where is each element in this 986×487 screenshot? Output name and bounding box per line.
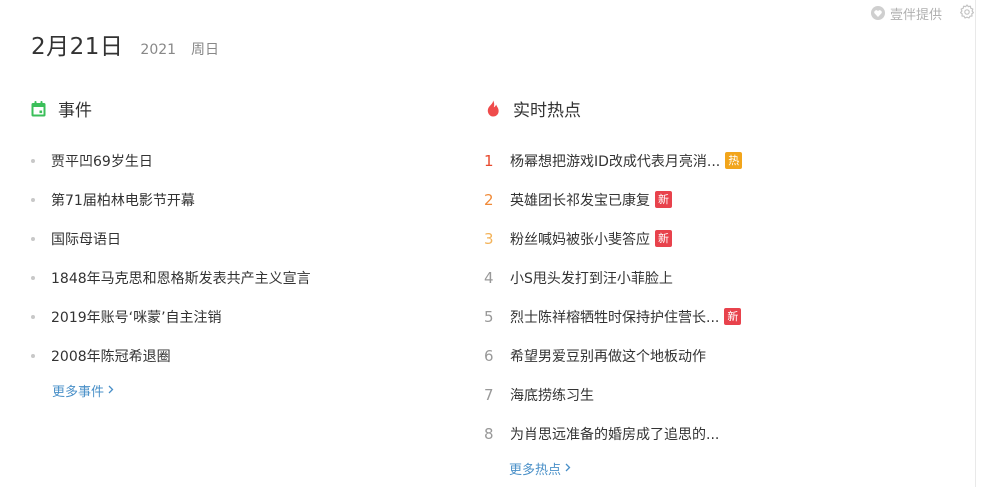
date-year: 2021 — [140, 42, 177, 58]
hot-badge: 热 — [725, 152, 743, 169]
hot-item[interactable]: 4 小S甩头发打到汪小菲脸上 — [484, 258, 742, 297]
event-item: 2019年账号‘咪蒙’自主注销 — [31, 297, 311, 336]
hot-item[interactable]: 3 粉丝喊妈被张小斐答应新 — [484, 219, 742, 258]
hot-rank: 5 — [484, 307, 494, 326]
bullet-dot — [31, 197, 35, 202]
date-header: 2月21日 2021 周日 — [31, 27, 219, 61]
date-weekday: 周日 — [191, 42, 220, 58]
date-day: 2月21日 — [31, 34, 124, 60]
hot-title[interactable]: 杨幂想把游戏ID改成代表月亮消... — [510, 151, 720, 171]
bullet-dot — [31, 275, 35, 280]
event-text: 第71届柏林电影节开幕 — [51, 192, 195, 209]
event-item: 第71届柏林电影节开幕 — [31, 180, 311, 219]
new-badge: 新 — [655, 191, 672, 208]
event-text: 贾平凹69岁生日 — [51, 153, 153, 170]
hot-title[interactable]: 海底捞练习生 — [510, 385, 594, 405]
more-events-label: 更多事件 — [52, 385, 105, 400]
calendar-icon — [30, 100, 46, 118]
more-events-link[interactable]: 更多事件 — [52, 381, 114, 400]
hot-rank: 4 — [484, 268, 494, 287]
events-section-title: 事件 — [30, 96, 92, 121]
event-item: 国际母语日 — [31, 219, 311, 258]
event-text: 1848年马克思和恩格斯发表共产主义宣言 — [51, 270, 311, 287]
hot-list: 1 杨幂想把游戏ID改成代表月亮消... 热 2 英雄团长祁发宝已康复新 3 粉丝喊妈被… — [484, 141, 743, 453]
hot-title[interactable]: 希望男爱豆别再做这个地板动作 — [510, 346, 706, 366]
hot-rank: 7 — [484, 385, 494, 404]
hot-title[interactable]: 小S甩头发打到汪小菲脸上 — [510, 268, 673, 288]
event-text: 2008年陈冠希退圈 — [51, 348, 171, 365]
hot-title[interactable]: 粉丝喊妈被张小斐答应 — [510, 229, 650, 249]
bullet-dot — [31, 158, 35, 163]
hot-rank: 3 — [484, 229, 494, 248]
hot-title[interactable]: 为肖思远准备的婚房成了追思的... — [510, 424, 719, 444]
hot-title-label: 实时热点 — [513, 101, 581, 121]
provider-link[interactable]: 壹伴提供 — [871, 5, 943, 23]
event-text: 国际母语日 — [51, 231, 121, 248]
hot-item[interactable]: 5 烈士陈祥榕牺牲时保持护住营长... 新 — [484, 297, 742, 336]
new-badge: 新 — [724, 308, 742, 325]
events-list: 贾平凹69岁生日 第71届柏林电影节开幕 国际母语日 1848年马克思和恩格斯发… — [31, 141, 311, 375]
chevron-right-icon — [108, 383, 114, 398]
chevron-right-icon — [565, 461, 571, 476]
hot-rank: 2 — [484, 190, 494, 209]
event-item: 贾平凹69岁生日 — [31, 141, 311, 180]
provider-label: 壹伴提供 — [890, 7, 943, 23]
event-item: 2008年陈冠希退圈 — [31, 336, 311, 375]
bullet-dot — [31, 236, 35, 241]
hot-rank: 8 — [484, 424, 494, 443]
hot-item[interactable]: 7 海底捞练习生 — [484, 375, 742, 414]
hot-item[interactable]: 8 为肖思远准备的婚房成了追思的... — [484, 414, 742, 453]
hot-title[interactable]: 英雄团长祁发宝已康复 — [510, 190, 650, 210]
hot-section-title: 实时热点 — [485, 96, 581, 121]
hot-item[interactable]: 2 英雄团长祁发宝已康复新 — [484, 180, 742, 219]
new-badge: 新 — [655, 230, 672, 247]
more-hot-link[interactable]: 更多热点 — [509, 459, 571, 478]
event-text: 2019年账号‘咪蒙’自主注销 — [51, 309, 222, 326]
event-item: 1848年马克思和恩格斯发表共产主义宣言 — [31, 258, 311, 297]
heart-icon — [871, 6, 885, 20]
hot-rank: 1 — [484, 151, 494, 170]
hot-rank: 6 — [484, 346, 494, 365]
hot-title[interactable]: 烈士陈祥榕牺牲时保持护住营长... — [510, 307, 719, 327]
more-hot-label: 更多热点 — [509, 463, 562, 478]
settings-gear-icon[interactable] — [959, 4, 975, 20]
fire-icon — [485, 100, 501, 118]
bullet-dot — [31, 314, 35, 319]
panel-right-border — [975, 0, 976, 487]
hot-item[interactable]: 1 杨幂想把游戏ID改成代表月亮消... 热 — [484, 141, 743, 180]
events-title-label: 事件 — [58, 101, 92, 121]
bullet-dot — [31, 353, 35, 358]
hot-item[interactable]: 6 希望男爱豆别再做这个地板动作 — [484, 336, 742, 375]
